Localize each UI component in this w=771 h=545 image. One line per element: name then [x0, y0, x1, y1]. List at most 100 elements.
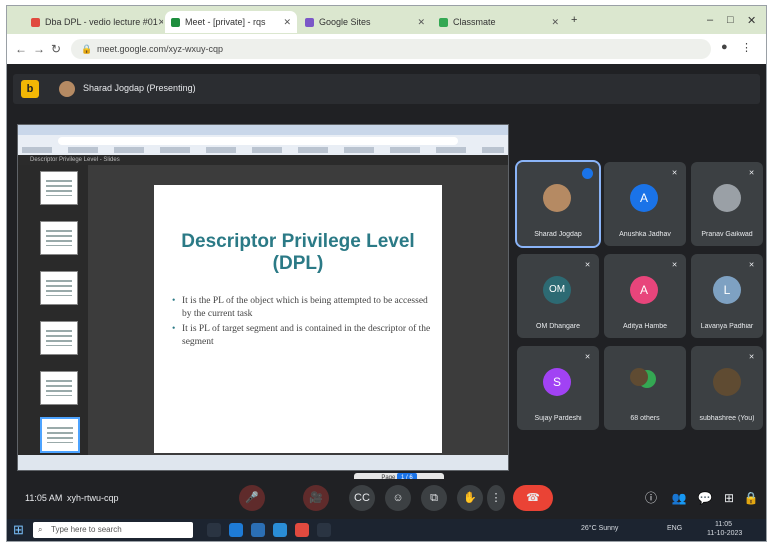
- clock-date[interactable]: 11-10-2023: [707, 530, 742, 537]
- meet-stage: b Sharad Jogdap (Presenting) Descriptor …: [7, 64, 766, 483]
- captions-button[interactable]: CC: [349, 485, 375, 511]
- browser-tab-1[interactable]: Dba DPL - vedio lecture #01 ✕: [25, 11, 163, 33]
- camera-button[interactable]: 🎥: [303, 485, 329, 511]
- participant-avatar: S: [543, 368, 571, 396]
- speaking-indicator-icon: [582, 168, 593, 179]
- app-icon[interactable]: [317, 523, 331, 537]
- raise-hand-button[interactable]: ✋: [457, 485, 483, 511]
- more-options-button[interactable]: ⋮: [487, 485, 505, 511]
- address-bar-row: ← → ↻ 🔒 meet.google.com/xyz-wxuy-cqp ● ⋮: [7, 34, 766, 64]
- browser-tab-4[interactable]: Classmate ✕: [433, 11, 565, 33]
- file-explorer-icon[interactable]: [251, 523, 265, 537]
- participant-tile[interactable]: OM ✕ OM Dhangare: [517, 254, 599, 338]
- maximize-button[interactable]: □: [727, 14, 734, 26]
- thumbnail-lines: [46, 180, 72, 196]
- tab-label: Classmate: [453, 17, 496, 27]
- host-controls-icon[interactable]: 🔒: [743, 490, 759, 506]
- participant-avatar: A: [630, 184, 658, 212]
- participant-tile[interactable]: 68 others: [604, 346, 686, 430]
- meeting-time: 11:05 AM: [25, 493, 63, 503]
- shared-url-bar: [58, 137, 458, 145]
- close-icon[interactable]: ✕: [158, 17, 163, 28]
- participant-tile[interactable]: S ✕ Sujay Pardeshi: [517, 346, 599, 430]
- browser-tab-2[interactable]: Meet - [private] - rqs ✕: [165, 11, 297, 33]
- presenter-label: Sharad Jogdap (Presenting): [83, 83, 196, 93]
- shared-browser-chrome: [18, 125, 508, 155]
- slide-thumbnail-selected[interactable]: [40, 417, 80, 453]
- current-slide: Descriptor Privilege Level (DPL) It is t…: [154, 185, 444, 483]
- back-button[interactable]: ←: [15, 42, 27, 56]
- slide-bullet: It is the PL of the object which is bein…: [172, 295, 434, 321]
- participant-avatar: [630, 368, 648, 386]
- emoji-button[interactable]: ☺: [385, 485, 411, 511]
- task-view-icon[interactable]: [207, 523, 221, 537]
- sites-favicon-icon: [305, 17, 314, 27]
- participant-name: Sujay Pardeshi: [534, 415, 582, 422]
- mic-off-icon: ✕: [584, 262, 591, 269]
- mic-off-icon: ✕: [671, 170, 678, 177]
- reload-button[interactable]: ↻: [51, 42, 61, 56]
- search-icon: ⌕: [38, 525, 43, 534]
- participant-tile[interactable]: ✕ Pranav Gaikwad: [691, 162, 763, 246]
- mic-off-icon: ✕: [748, 170, 755, 177]
- browser-tab-3[interactable]: Google Sites ✕: [299, 11, 431, 33]
- language-indicator[interactable]: ENG: [667, 525, 682, 532]
- presenter-avatar: [59, 81, 75, 97]
- classroom-favicon-icon: [439, 17, 448, 27]
- shared-tab-strip: [18, 125, 508, 135]
- close-window-button[interactable]: ✕: [747, 14, 756, 27]
- store-icon[interactable]: [273, 523, 287, 537]
- close-icon[interactable]: ✕: [417, 17, 425, 28]
- people-icon[interactable]: 👥: [671, 490, 687, 506]
- mic-off-icon: ✕: [671, 262, 678, 269]
- close-icon[interactable]: ✕: [283, 17, 291, 28]
- lock-icon: 🔒: [81, 44, 93, 54]
- url-input[interactable]: 🔒 meet.google.com/xyz-wxuy-cqp: [71, 39, 711, 59]
- participant-tile[interactable]: Sharad Jogdap: [515, 160, 601, 248]
- chrome-icon[interactable]: [295, 523, 309, 537]
- clock-time[interactable]: 11:05: [715, 521, 732, 528]
- new-tab-button[interactable]: +: [571, 14, 577, 26]
- thumbnail-lines: [46, 330, 72, 346]
- shared-screen[interactable]: Descriptor Privilege Level - Slides Desc…: [17, 124, 509, 483]
- chat-icon[interactable]: 💬: [697, 490, 713, 506]
- mic-off-icon: ✕: [584, 354, 591, 361]
- participant-avatar: [713, 184, 741, 212]
- mic-off-icon: ✕: [748, 354, 755, 361]
- slide-thumbnail[interactable]: [40, 221, 78, 255]
- weather-status[interactable]: 26°C Sunny: [581, 525, 618, 532]
- participant-avatar: OM: [543, 276, 571, 304]
- start-icon[interactable]: ⊞: [13, 523, 24, 537]
- participant-name: 68 others: [630, 415, 660, 422]
- close-icon[interactable]: ✕: [551, 17, 559, 28]
- browser-menu-button[interactable]: ⋮: [741, 41, 752, 54]
- leave-call-button[interactable]: ☎: [513, 485, 553, 511]
- activities-icon[interactable]: ⊞: [721, 490, 737, 506]
- slide-thumbnail[interactable]: [40, 371, 78, 405]
- participant-tile[interactable]: L ✕ Lavanya Padhiar: [691, 254, 763, 338]
- participant-avatar: L: [713, 276, 741, 304]
- search-input[interactable]: ⌕ Type here to search: [33, 522, 193, 538]
- viewer-toolbar: Descriptor Privilege Level - Slides: [18, 155, 508, 165]
- profile-icon[interactable]: ●: [721, 41, 728, 53]
- mic-button[interactable]: 🎤: [239, 485, 265, 511]
- participant-tile[interactable]: A ✕ Aditya Hambe: [604, 254, 686, 338]
- forward-button[interactable]: →: [33, 42, 45, 56]
- screen: Dba DPL - vedio lecture #01 ✕ Meet - [pr…: [6, 5, 767, 542]
- browser-tab-bar: Dba DPL - vedio lecture #01 ✕ Meet - [pr…: [7, 6, 766, 34]
- mic-off-icon: ✕: [748, 262, 755, 269]
- minimize-button[interactable]: –: [707, 14, 713, 26]
- present-button[interactable]: ⧉: [421, 485, 447, 511]
- slide-thumbnail[interactable]: [40, 271, 78, 305]
- presenter-bar: b Sharad Jogdap (Presenting): [13, 74, 760, 104]
- tab-label: Google Sites: [319, 17, 371, 27]
- slide-thumbnail[interactable]: [40, 171, 78, 205]
- edge-icon[interactable]: [229, 523, 243, 537]
- thumbnail-lines: [47, 427, 73, 443]
- info-icon[interactable]: ⓘ: [643, 490, 659, 506]
- participant-avatar: [713, 368, 741, 396]
- participant-name: Pranav Gaikwad: [701, 231, 753, 238]
- participant-tile[interactable]: ✕ subhashree (You): [691, 346, 763, 430]
- participant-tile[interactable]: A ✕ Anushka Jadhav: [604, 162, 686, 246]
- slide-thumbnail[interactable]: [40, 321, 78, 355]
